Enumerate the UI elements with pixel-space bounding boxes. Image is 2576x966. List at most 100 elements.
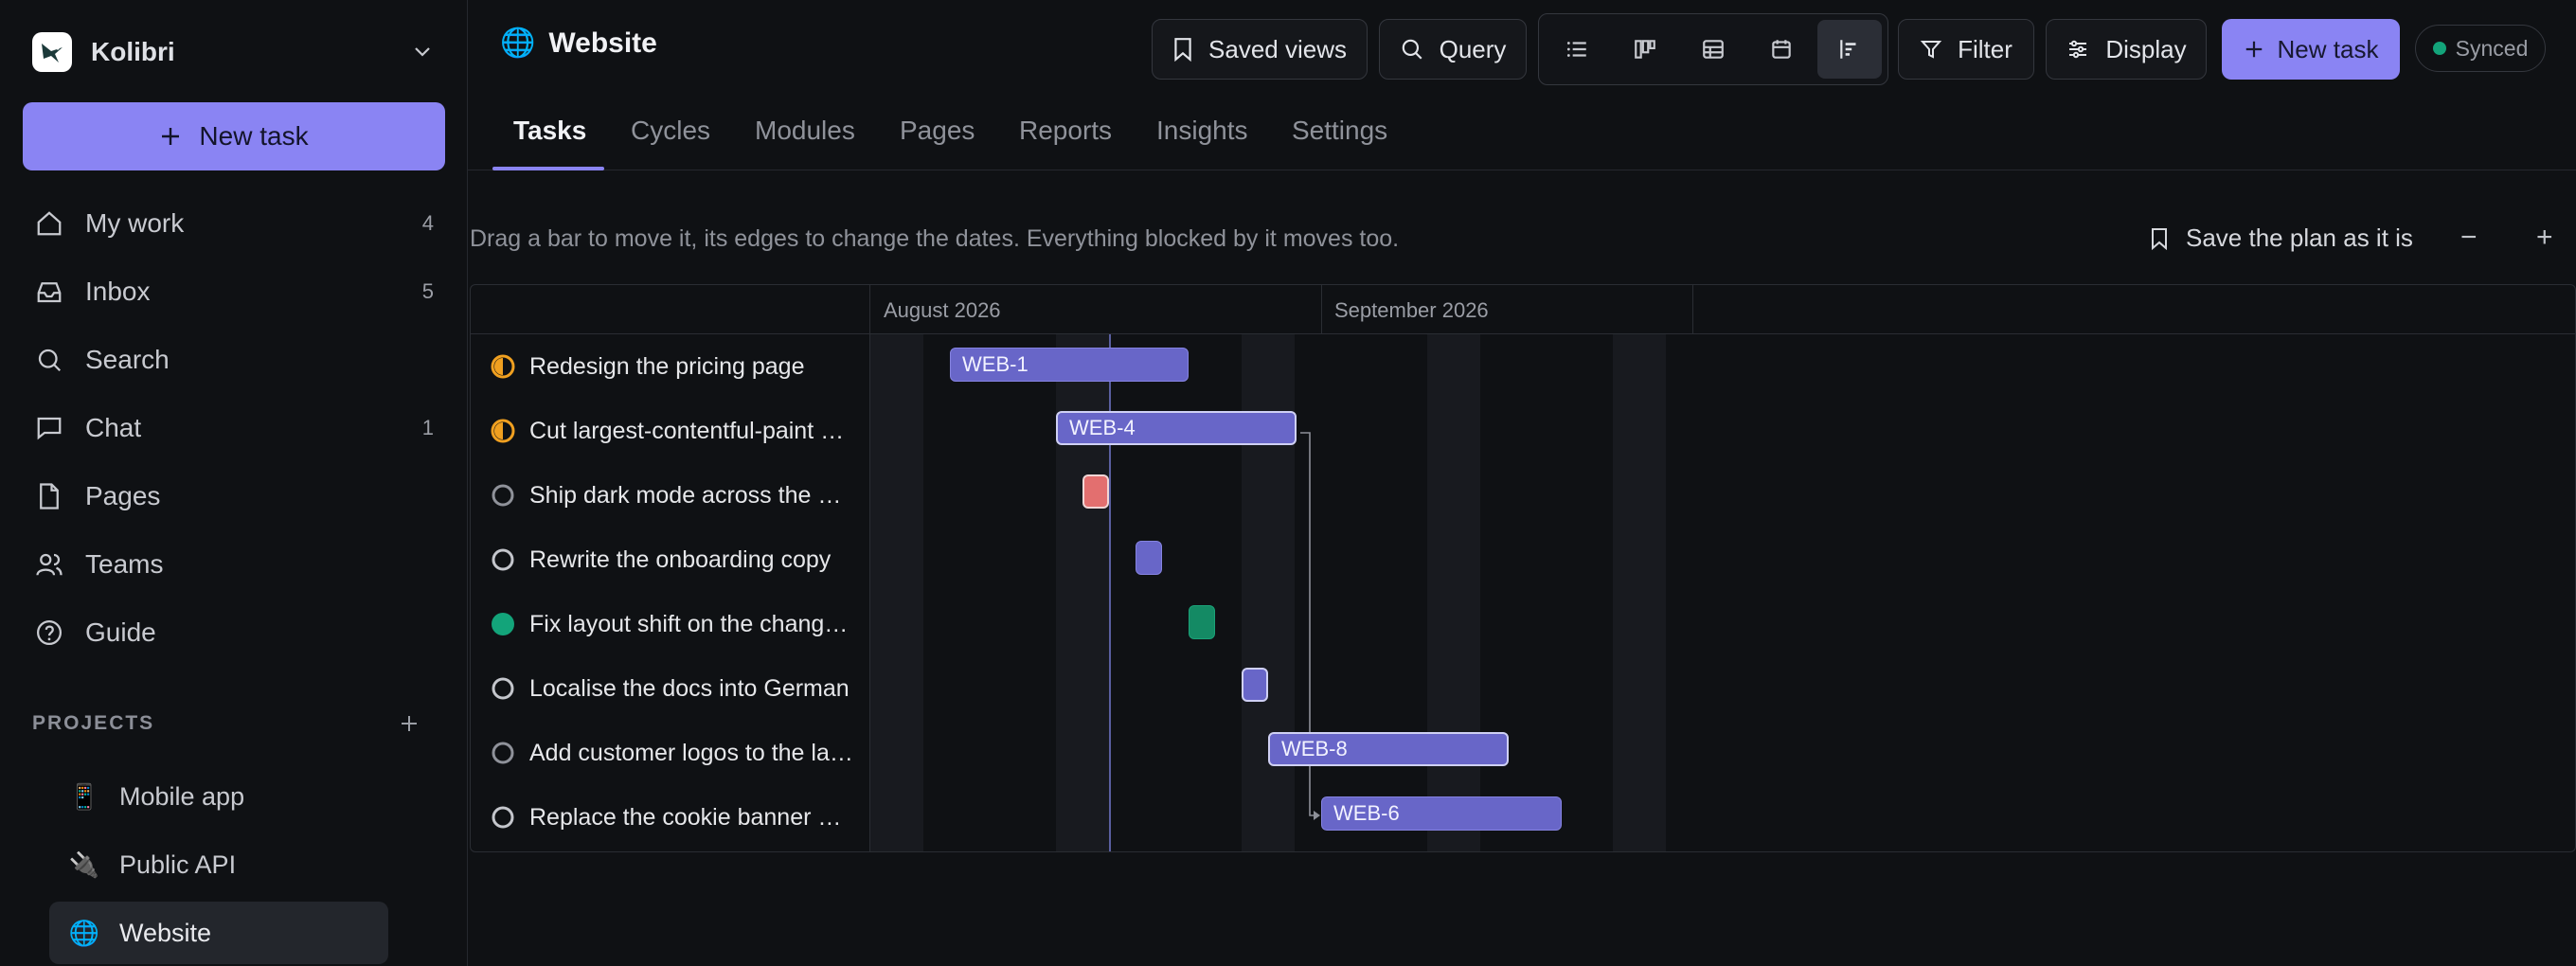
project-item-public-api[interactable]: 🔌 Public API: [49, 833, 388, 896]
gantt-bar[interactable]: [1242, 668, 1268, 702]
todo-status-icon[interactable]: [490, 546, 516, 573]
sync-status-badge: Synced: [2415, 25, 2546, 72]
plus-icon: [159, 125, 182, 148]
sidebar-item-pages[interactable]: Pages: [32, 462, 439, 530]
count-badge: 1: [421, 416, 434, 439]
todo-status-icon[interactable]: [490, 482, 516, 509]
bookmark-icon: [2152, 227, 2167, 250]
board-view-button[interactable]: [1613, 20, 1677, 79]
tab-cycles[interactable]: Cycles: [631, 116, 710, 146]
workspace-switcher[interactable]: Kolibri: [32, 28, 439, 76]
sidebar-item-guide[interactable]: Guide: [32, 599, 439, 667]
tab-reports[interactable]: Reports: [1019, 116, 1112, 146]
help-icon: [32, 616, 66, 650]
tab-insights[interactable]: Insights: [1156, 116, 1248, 146]
project-item-website[interactable]: 🌐 Website: [49, 902, 388, 964]
query-button[interactable]: Query: [1379, 19, 1527, 80]
globe-icon: 🌐: [68, 918, 100, 947]
project-item-mobile-app[interactable]: 📱 Mobile app: [49, 765, 388, 828]
gantt-bar[interactable]: [1136, 541, 1162, 575]
kanban-icon: [1635, 40, 1655, 59]
sliders-icon: [2069, 40, 2087, 59]
sidebar-item-label: Inbox: [85, 277, 151, 306]
display-button[interactable]: Display: [2046, 19, 2207, 80]
sidebar-item-teams[interactable]: Teams: [32, 530, 439, 599]
page-title: 🌐 Website: [500, 27, 657, 60]
sidebar-item-inbox[interactable]: Inbox 5: [32, 258, 439, 326]
add-project-plus-icon[interactable]: [398, 712, 420, 735]
tab-tasks[interactable]: Tasks: [513, 116, 586, 146]
bookmark-icon: [1174, 38, 1191, 62]
tab-pages[interactable]: Pages: [900, 116, 975, 146]
sidebar-item-my-work[interactable]: My work 4: [32, 189, 439, 258]
sidebar-item-label: Search: [85, 345, 170, 374]
calendar-icon: [1772, 40, 1791, 59]
project-list: 📱 Mobile app 🔌 Public API 🌐 Website: [49, 765, 388, 966]
gantt-chart: August 2026 September 2026 Redesign the …: [470, 284, 2576, 852]
zoom-out-button[interactable]: −: [2460, 222, 2478, 254]
sidebar-item-search[interactable]: Search: [32, 326, 439, 394]
filter-button[interactable]: Filter: [1898, 19, 2034, 80]
save-plan-label: Save the plan as it is: [2186, 224, 2413, 252]
gantt-bar[interactable]: WEB-4: [1056, 411, 1297, 445]
display-label: Display: [2105, 34, 2187, 63]
gantt-bar[interactable]: [1082, 474, 1109, 509]
sidebar-new-task-button[interactable]: New task: [23, 102, 445, 170]
done-status-icon[interactable]: [490, 611, 516, 637]
gantt-bar[interactable]: WEB-8: [1268, 732, 1509, 766]
sidebar-nav: My work 4 Inbox 5 Search Chat 1 Pages Te…: [32, 189, 439, 667]
gantt-bar[interactable]: WEB-1: [950, 348, 1189, 382]
globe-icon: 🌐: [500, 27, 536, 59]
task-row[interactable]: Cut largest-contentful-paint under 2s: [471, 399, 870, 463]
in-progress-status-icon[interactable]: [490, 353, 516, 380]
saved-views-button[interactable]: Saved views: [1152, 19, 1368, 80]
gantt-icon: [1840, 40, 1856, 59]
in-progress-status-icon[interactable]: [490, 418, 516, 444]
task-name: Fix layout shift on the changelog: [529, 610, 855, 637]
inbox-icon: [32, 275, 66, 309]
list-view-button[interactable]: [1545, 20, 1609, 79]
todo-status-icon[interactable]: [490, 804, 516, 831]
task-row[interactable]: Rewrite the onboarding copy: [471, 528, 870, 592]
status-dot-icon: [2432, 42, 2446, 55]
search-icon: [1402, 39, 1422, 60]
zoom-in-button[interactable]: +: [2536, 222, 2553, 254]
active-tab-indicator: [492, 167, 604, 170]
task-row[interactable]: Redesign the pricing page: [471, 334, 870, 399]
calendar-view-button[interactable]: [1749, 20, 1814, 79]
task-row[interactable]: Ship dark mode across the marketing site: [471, 463, 870, 528]
top-bar: 🌐 Website Saved views Query Filter Displ…: [468, 0, 2576, 95]
home-icon: [32, 206, 66, 241]
header-new-task-button[interactable]: New task: [2222, 19, 2400, 80]
workspace-logo: [32, 32, 72, 72]
table-view-button[interactable]: [1681, 20, 1745, 79]
task-row[interactable]: Add customer logos to the landing page: [471, 721, 870, 785]
list-icon: [1566, 42, 1586, 57]
gantt-view-button[interactable]: [1817, 20, 1882, 79]
sidebar-item-chat[interactable]: Chat 1: [32, 394, 439, 462]
todo-status-icon[interactable]: [490, 740, 516, 766]
gantt-bar[interactable]: [1189, 605, 1215, 639]
project-label: Public API: [119, 850, 237, 879]
task-row[interactable]: Replace the cookie banner with a lighter…: [471, 785, 870, 850]
sidebar: Kolibri New task My work 4 Inbox 5 Searc…: [0, 0, 468, 966]
task-row[interactable]: Localise the docs into German: [471, 656, 870, 721]
table-icon: [1703, 40, 1724, 59]
gantt-bar[interactable]: WEB-6: [1321, 796, 1562, 831]
saved-views-label: Saved views: [1208, 34, 1347, 63]
task-name: Localise the docs into German: [529, 674, 850, 702]
save-plan-button[interactable]: Save the plan as it is: [2150, 224, 2413, 253]
tab-settings[interactable]: Settings: [1292, 116, 1387, 146]
task-row[interactable]: Fix layout shift on the changelog: [471, 592, 870, 656]
new-task-label: New task: [199, 121, 309, 151]
todo-status-icon[interactable]: [490, 675, 516, 702]
project-label: Mobile app: [119, 781, 245, 811]
new-task-label: New task: [2277, 34, 2379, 63]
task-name: Redesign the pricing page: [529, 352, 805, 380]
sidebar-item-label: Teams: [85, 549, 164, 579]
chevron-down-icon[interactable]: [411, 40, 434, 63]
sidebar-item-label: Pages: [85, 481, 161, 510]
projects-header: PROJECTS: [32, 712, 420, 735]
page-title-text: Website: [548, 27, 657, 59]
tab-modules[interactable]: Modules: [755, 116, 855, 146]
